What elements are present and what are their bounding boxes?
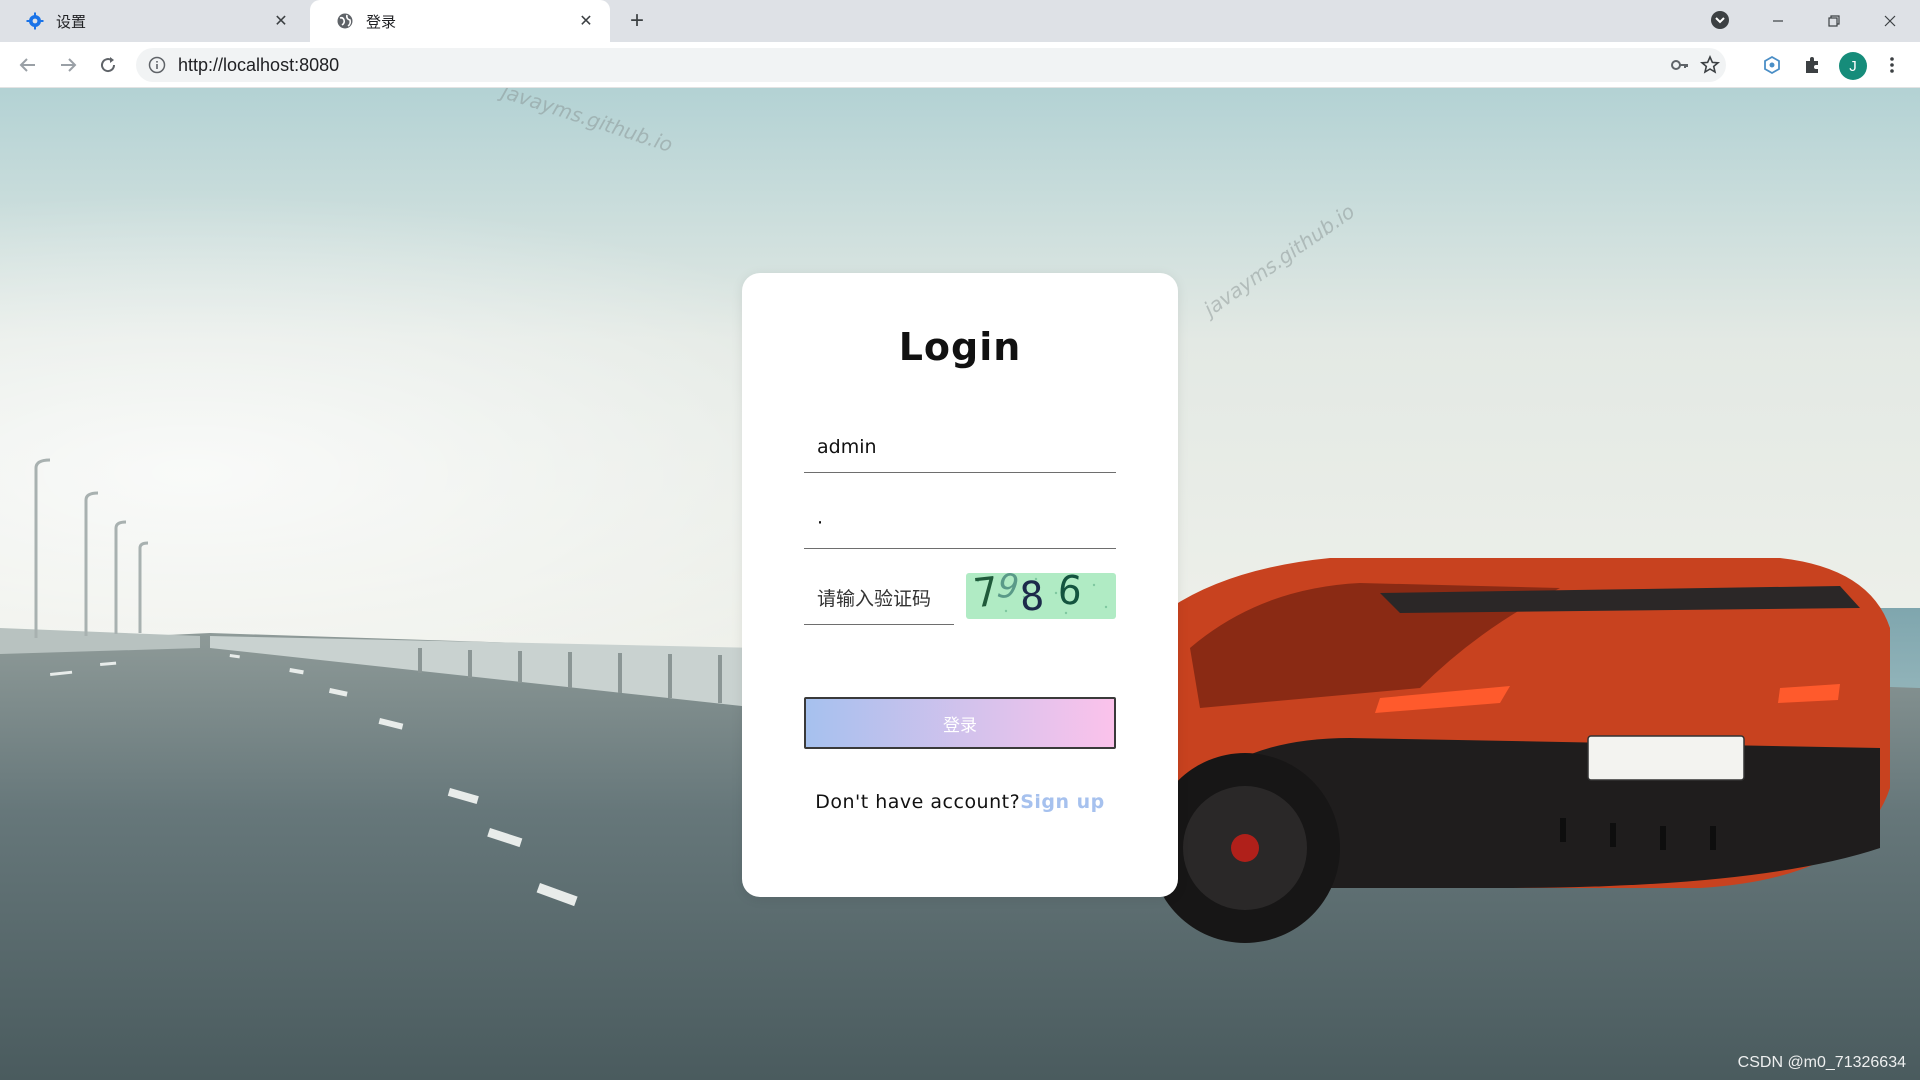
signup-row: Don't have account?Sign up bbox=[742, 791, 1178, 813]
captcha-input[interactable] bbox=[804, 573, 954, 624]
globe-icon bbox=[336, 12, 354, 30]
info-icon[interactable] bbox=[148, 56, 166, 74]
password-input[interactable] bbox=[804, 497, 1116, 548]
tab-title: 设置 bbox=[56, 13, 87, 31]
extension-icon[interactable] bbox=[1758, 51, 1786, 79]
credit-text: CSDN @m0_71326634 bbox=[1737, 1054, 1906, 1071]
back-button[interactable] bbox=[14, 51, 42, 79]
puzzle-icon[interactable] bbox=[1798, 51, 1826, 79]
bookmark-star-icon[interactable] bbox=[1699, 55, 1721, 75]
gear-icon bbox=[26, 12, 44, 30]
tab-login[interactable]: 登录 ✕ bbox=[310, 0, 610, 42]
minimize-button[interactable] bbox=[1750, 0, 1806, 42]
login-card: Login 7 9 8 6 登录 Don't have a bbox=[742, 273, 1178, 897]
signup-prompt: Don't have account? bbox=[815, 791, 1021, 813]
url-text: http://localhost:8080 bbox=[178, 55, 340, 75]
reload-button[interactable] bbox=[94, 51, 122, 79]
signup-link[interactable]: Sign up bbox=[1020, 791, 1105, 813]
password-field[interactable] bbox=[804, 497, 1116, 549]
username-input[interactable] bbox=[804, 421, 1116, 472]
login-button[interactable]: 登录 bbox=[804, 697, 1116, 749]
tab-strip: 设置 ✕ 登录 ✕ + bbox=[0, 0, 1920, 42]
close-icon[interactable]: ✕ bbox=[271, 11, 291, 31]
tab-settings[interactable]: 设置 ✕ bbox=[0, 0, 305, 42]
address-bar[interactable]: http://localhost:8080 bbox=[136, 48, 1726, 82]
restore-button[interactable] bbox=[1806, 0, 1862, 42]
username-field[interactable] bbox=[804, 421, 1116, 473]
tab-title: 登录 bbox=[366, 13, 397, 31]
page-title: Login bbox=[898, 325, 1022, 369]
close-icon[interactable]: ✕ bbox=[576, 11, 596, 31]
login-page: javayms.github.io javayms.github.io CSDN… bbox=[0, 88, 1920, 1080]
window-close-button[interactable] bbox=[1862, 0, 1918, 42]
forward-button[interactable] bbox=[54, 51, 82, 79]
menu-dots-icon[interactable] bbox=[1878, 51, 1906, 79]
key-icon[interactable] bbox=[1670, 55, 1690, 75]
browser-toolbar: http://localhost:8080 bbox=[0, 42, 1920, 88]
captcha-image[interactable]: 7 9 8 6 bbox=[966, 573, 1116, 619]
captcha-field[interactable] bbox=[804, 573, 954, 625]
new-tab-button[interactable]: + bbox=[624, 7, 650, 34]
captcha-char: 6 bbox=[1056, 573, 1085, 615]
captcha-char: 8 bbox=[1018, 573, 1046, 619]
profile-avatar[interactable]: J bbox=[1839, 52, 1867, 80]
tab-search-icon[interactable] bbox=[1710, 10, 1730, 30]
